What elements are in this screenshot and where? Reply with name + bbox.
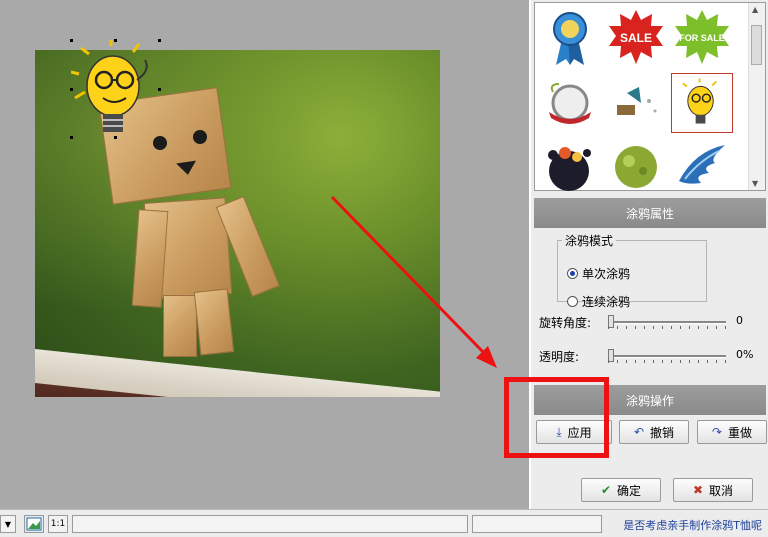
selection-handle[interactable] — [158, 39, 161, 42]
opacity-slider-row: 透明度: 0% — [539, 346, 764, 366]
ok-button[interactable]: ✔ 确定 — [581, 478, 661, 502]
status-bar: ▼ 1:1 是否考虑亲手制作涂鸦T恤呢 — [0, 509, 768, 537]
selection-handle[interactable] — [70, 88, 73, 91]
sale-burst-icon[interactable]: SALE — [605, 7, 667, 67]
redo-label: 重做 — [728, 425, 753, 440]
canvas-area[interactable] — [0, 0, 529, 509]
opacity-value: 0% — [736, 348, 754, 361]
rotation-ticks — [608, 326, 726, 329]
mode-continuous-label: 连续涂鸦 — [582, 295, 631, 309]
fit-view-icon[interactable] — [24, 515, 44, 533]
radio-single[interactable] — [567, 268, 578, 279]
selection-handle[interactable] — [70, 39, 73, 42]
redo-icon: ↷ — [711, 425, 723, 439]
dropdown-arrow-icon[interactable]: ▼ — [0, 515, 16, 533]
opacity-ticks — [608, 360, 726, 363]
rotation-slider[interactable] — [608, 315, 726, 328]
selection-handle[interactable] — [114, 136, 117, 139]
check-icon: ✔ — [600, 483, 612, 497]
blue-wing-icon[interactable] — [671, 137, 733, 197]
actual-size-button[interactable]: 1:1 — [48, 515, 68, 533]
selection-handle[interactable] — [70, 136, 73, 139]
ok-label: 确定 — [617, 483, 642, 498]
gramophone-icon[interactable] — [605, 73, 667, 133]
close-icon: ✖ — [692, 483, 704, 497]
ink-splash-icon[interactable] — [539, 137, 601, 197]
opacity-label: 透明度: — [539, 350, 580, 364]
undo-icon: ↶ — [633, 425, 645, 439]
hint-text: 是否考虑亲手制作涂鸦T恤呢 — [623, 519, 762, 532]
annotation-highlight-box — [504, 377, 609, 458]
radio-continuous[interactable] — [567, 296, 578, 307]
placed-sticker[interactable] — [70, 40, 161, 140]
status-field — [72, 515, 468, 533]
undo-label: 撤销 — [650, 425, 675, 440]
properties-header: 涂鸦属性 — [534, 198, 766, 228]
for-sale-burst-icon[interactable]: FOR SALE — [671, 7, 733, 67]
selection-handle[interactable] — [158, 88, 161, 91]
rotation-value: 0 — [736, 314, 743, 327]
mode-continuous-option[interactable]: 连续涂鸦 — [567, 293, 630, 310]
svg-text:SALE: SALE — [620, 31, 652, 45]
undo-button[interactable]: ↶ 撤销 — [619, 420, 689, 444]
rotation-label: 旋转角度: — [539, 316, 592, 330]
zoom-label: 1:1 — [50, 519, 66, 529]
frame-ornament-icon[interactable] — [539, 73, 601, 133]
opacity-slider[interactable] — [608, 349, 726, 362]
mode-single-option[interactable]: 单次涂鸦 — [567, 265, 630, 282]
lightbulb-glasses-icon — [70, 40, 148, 132]
status-field-2 — [472, 515, 602, 533]
award-ribbon-icon[interactable] — [539, 7, 601, 67]
scrollbar-thumb[interactable] — [751, 25, 762, 65]
selection-handle[interactable] — [114, 39, 117, 42]
mode-group: 涂鸦模式 单次涂鸦 连续涂鸦 — [557, 232, 707, 309]
green-splash-icon[interactable] — [605, 137, 667, 197]
sticker-gallery[interactable]: SALE FOR SALE ▲ ▼ — [534, 2, 766, 191]
gallery-scrollbar[interactable]: ▲ ▼ — [748, 3, 765, 190]
svg-text:FOR SALE: FOR SALE — [679, 33, 725, 43]
cancel-button[interactable]: ✖ 取消 — [673, 478, 753, 502]
rotation-slider-row: 旋转角度: 0 — [539, 312, 764, 332]
mode-single-label: 单次涂鸦 — [582, 267, 631, 281]
mode-legend: 涂鸦模式 — [565, 234, 614, 248]
cancel-label: 取消 — [709, 483, 734, 498]
lightbulb-glasses-icon[interactable] — [671, 73, 733, 133]
redo-button[interactable]: ↷ 重做 — [697, 420, 767, 444]
